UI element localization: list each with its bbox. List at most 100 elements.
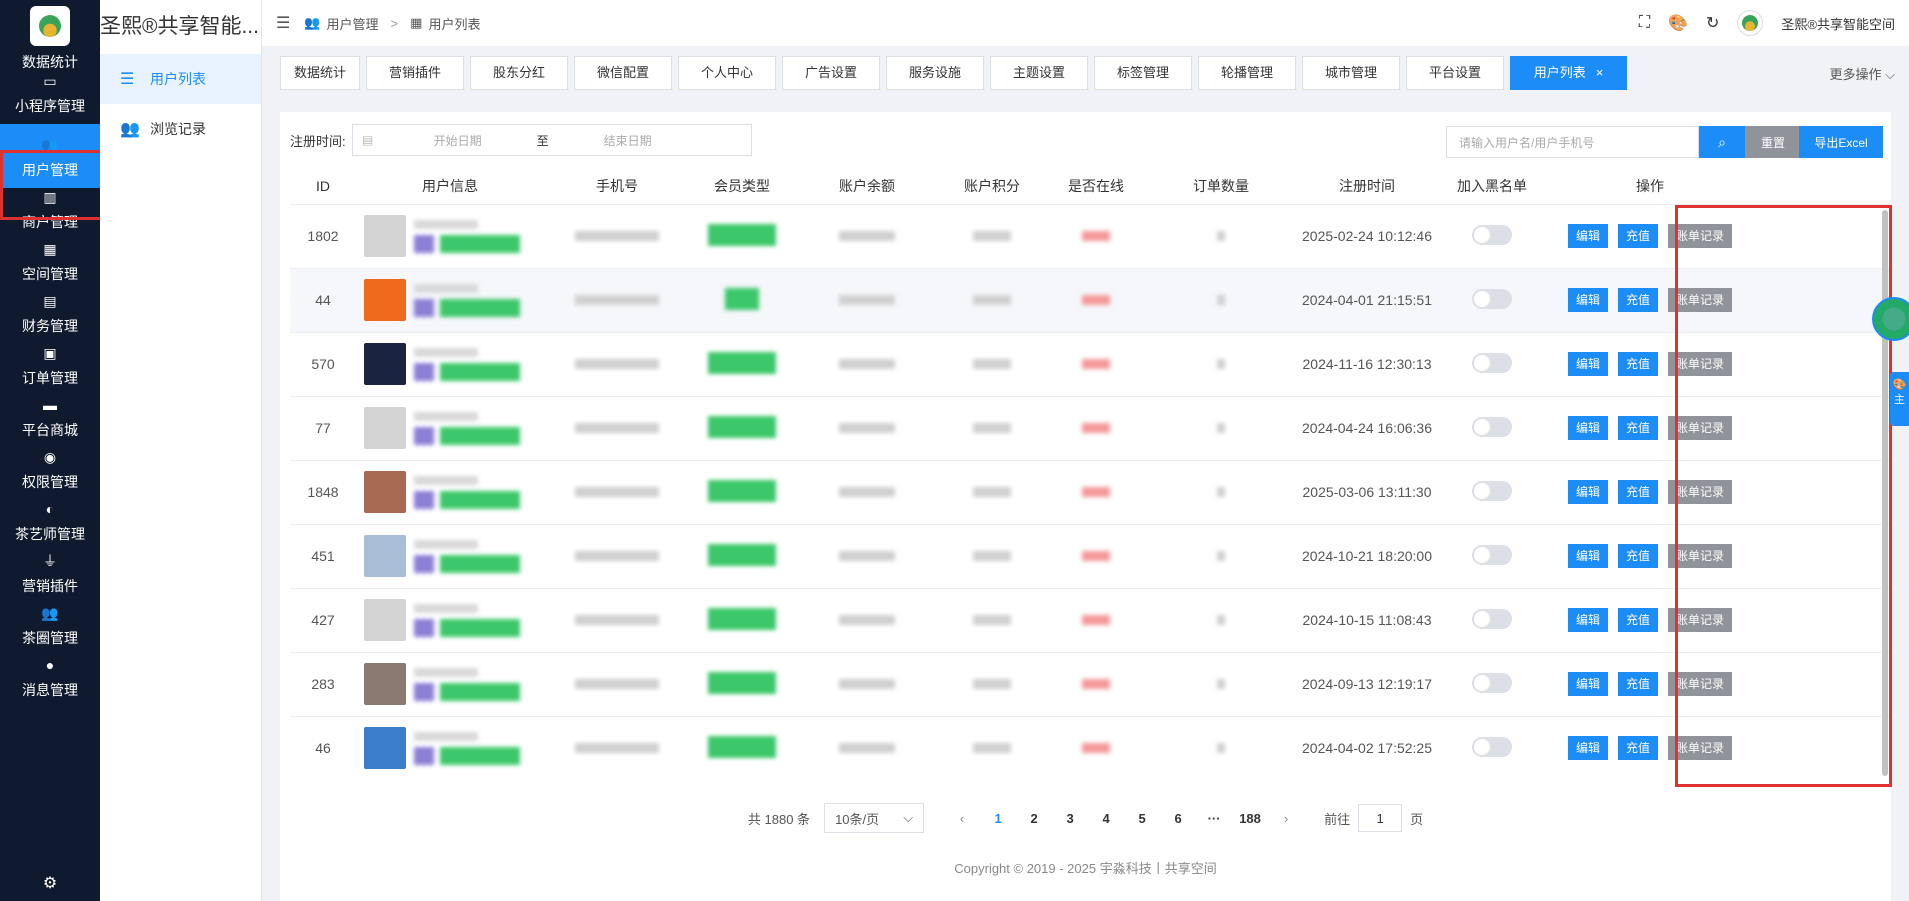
tab-8[interactable]: 标签管理 <box>1094 56 1192 90</box>
date-range-picker[interactable]: ▤ 开始日期 至 结束日期 <box>351 124 752 156</box>
rail-item-8[interactable]: ◉ 权限管理 <box>0 448 100 500</box>
tab-0[interactable]: 数据统计 <box>280 56 360 90</box>
cell-points <box>940 395 1044 460</box>
edit-button[interactable]: 编辑 <box>1567 480 1608 504</box>
page-number[interactable]: 6 <box>1160 811 1196 826</box>
blacklist-toggle[interactable] <box>1472 736 1512 757</box>
blacklist-toggle[interactable] <box>1472 224 1512 245</box>
cell-register-time: 2024-10-15 11:08:43 <box>1294 587 1440 652</box>
rail-item-11[interactable]: 👥 茶圈管理 <box>0 604 100 656</box>
recharge-button[interactable]: 充值 <box>1617 224 1658 248</box>
tab-11[interactable]: 平台设置 <box>1406 56 1504 90</box>
tab-4[interactable]: 个人中心 <box>678 56 776 90</box>
breadcrumb-item[interactable]: 用户管理 <box>327 14 379 33</box>
close-icon[interactable]: × <box>1596 65 1604 80</box>
blacklist-toggle[interactable] <box>1472 480 1512 501</box>
blacklist-toggle[interactable] <box>1472 352 1512 373</box>
page-number[interactable]: 2 <box>1016 811 1052 826</box>
rail-item-5[interactable]: ▤ 财务管理 <box>0 292 100 344</box>
page-number[interactable]: 1 <box>980 811 1016 826</box>
bill-records-button[interactable]: 账单记录 <box>1668 416 1733 440</box>
page-number[interactable]: 5 <box>1124 811 1160 826</box>
rail-item-3[interactable]: ▥ 商户管理 <box>0 188 100 240</box>
more-ops-dropdown[interactable]: 更多操作 ⌵ <box>1830 64 1896 83</box>
page-size-select[interactable]: 10条/页 ⌵ <box>824 803 925 833</box>
rail-item-2[interactable]: 👥 用户管理 <box>0 124 100 188</box>
bill-records-button[interactable]: 账单记录 <box>1668 608 1733 632</box>
bill-records-button[interactable]: 账单记录 <box>1668 352 1733 376</box>
table-scrollbar[interactable] <box>1882 210 1888 776</box>
cell-spacer <box>1756 331 1890 396</box>
reset-button[interactable]: 重置 <box>1745 126 1801 158</box>
search-button[interactable]: ⌕ <box>1699 126 1745 158</box>
tab-7[interactable]: 主题设置 <box>990 56 1088 90</box>
tab-6[interactable]: 服务设施 <box>886 56 984 90</box>
palette-icon[interactable]: 🎨 <box>1668 13 1688 33</box>
tab-10[interactable]: 城市管理 <box>1302 56 1400 90</box>
tab-9[interactable]: 轮播管理 <box>1198 56 1296 90</box>
floating-avatar[interactable] <box>1872 297 1909 341</box>
bill-records-button[interactable]: 账单记录 <box>1668 288 1733 312</box>
bill-records-button[interactable]: 账单记录 <box>1668 544 1733 568</box>
settings-icon[interactable]: ⚙ <box>0 873 100 893</box>
recharge-button[interactable]: 充值 <box>1617 416 1658 440</box>
edit-button[interactable]: 编辑 <box>1567 288 1608 312</box>
recharge-button[interactable]: 充值 <box>1617 608 1658 632</box>
tab-2[interactable]: 股东分红 <box>470 56 568 90</box>
page-number[interactable]: 3 <box>1052 811 1088 826</box>
recharge-button[interactable]: 充值 <box>1617 288 1658 312</box>
blacklist-toggle[interactable] <box>1472 672 1512 693</box>
edit-button[interactable]: 编辑 <box>1567 672 1608 696</box>
search-input[interactable]: 请输入用户名/用户手机号 <box>1446 126 1699 158</box>
edit-button[interactable]: 编辑 <box>1567 736 1608 761</box>
edit-button[interactable]: 编辑 <box>1567 352 1608 376</box>
recharge-button[interactable]: 充值 <box>1617 352 1658 376</box>
blacklist-toggle[interactable] <box>1472 544 1512 565</box>
next-page-icon[interactable]: › <box>1268 811 1304 826</box>
edit-button[interactable]: 编辑 <box>1567 224 1608 248</box>
rail-item-0[interactable]: 数据统计 <box>0 46 100 72</box>
tab-1[interactable]: 营销插件 <box>366 56 464 90</box>
blacklist-toggle[interactable] <box>1472 416 1512 437</box>
export-excel-button[interactable]: 导出Excel <box>1799 126 1883 158</box>
blacklist-toggle[interactable] <box>1472 608 1512 629</box>
rail-item-6[interactable]: ▣ 订单管理 <box>0 344 100 396</box>
start-date-input[interactable]: 开始日期 <box>383 132 533 149</box>
recharge-button[interactable]: 充值 <box>1617 480 1658 504</box>
rail-item-7[interactable]: ▬ 平台商城 <box>0 396 100 448</box>
rail-item-1[interactable]: ▭ 小程序管理 <box>0 72 100 124</box>
page-number[interactable]: ··· <box>1196 811 1232 826</box>
user-avatar[interactable] <box>1737 10 1764 36</box>
rail-item-12[interactable]: ● 消息管理 <box>0 656 100 708</box>
tab-3[interactable]: 微信配置 <box>574 56 672 90</box>
blacklist-toggle[interactable] <box>1472 288 1512 309</box>
edit-button[interactable]: 编辑 <box>1567 544 1608 568</box>
page-number[interactable]: 188 <box>1232 811 1268 826</box>
rail-item-9[interactable]: ◐ 茶艺师管理 <box>0 500 100 552</box>
recharge-button[interactable]: 充值 <box>1617 736 1658 761</box>
end-date-input[interactable]: 结束日期 <box>553 132 703 149</box>
recharge-button[interactable]: 充值 <box>1617 672 1658 696</box>
rail-item-4[interactable]: ▦ 空间管理 <box>0 240 100 292</box>
bill-records-button[interactable]: 账单记录 <box>1668 672 1733 696</box>
page-number[interactable]: 4 <box>1088 811 1124 826</box>
tab-5[interactable]: 广告设置 <box>782 56 880 90</box>
recharge-button[interactable]: 充值 <box>1617 544 1658 568</box>
tab-user-list[interactable]: 用户列表 × <box>1510 56 1627 90</box>
refresh-icon[interactable]: ↻ <box>1706 13 1719 33</box>
submenu-item-user-list[interactable]: ☰ 用户列表 <box>100 54 261 104</box>
bill-records-button[interactable]: 账单记录 <box>1668 480 1733 504</box>
submenu-item-browse-history[interactable]: 👥 浏览记录 <box>100 104 261 154</box>
rail-item-10[interactable]: ⏚ 营销插件 <box>0 552 100 604</box>
bill-records-button[interactable]: 账单记录 <box>1668 736 1733 761</box>
edit-button[interactable]: 编辑 <box>1567 608 1608 632</box>
goto-page-input[interactable]: 1 <box>1358 804 1403 832</box>
edit-button[interactable]: 编辑 <box>1567 416 1608 440</box>
user-name[interactable]: 圣熙®共享智能空间 <box>1781 14 1895 33</box>
theme-button[interactable]: 🎨 主 <box>1890 372 1909 426</box>
bill-records-button[interactable]: 账单记录 <box>1668 224 1733 248</box>
fullscreen-icon[interactable]: ⛶ <box>1639 14 1650 32</box>
menu-toggle-icon[interactable]: ☰ <box>276 13 290 33</box>
prev-page-icon[interactable]: ‹ <box>944 811 980 826</box>
cell-operations: 编辑 充值 账单记录 <box>1544 267 1756 332</box>
